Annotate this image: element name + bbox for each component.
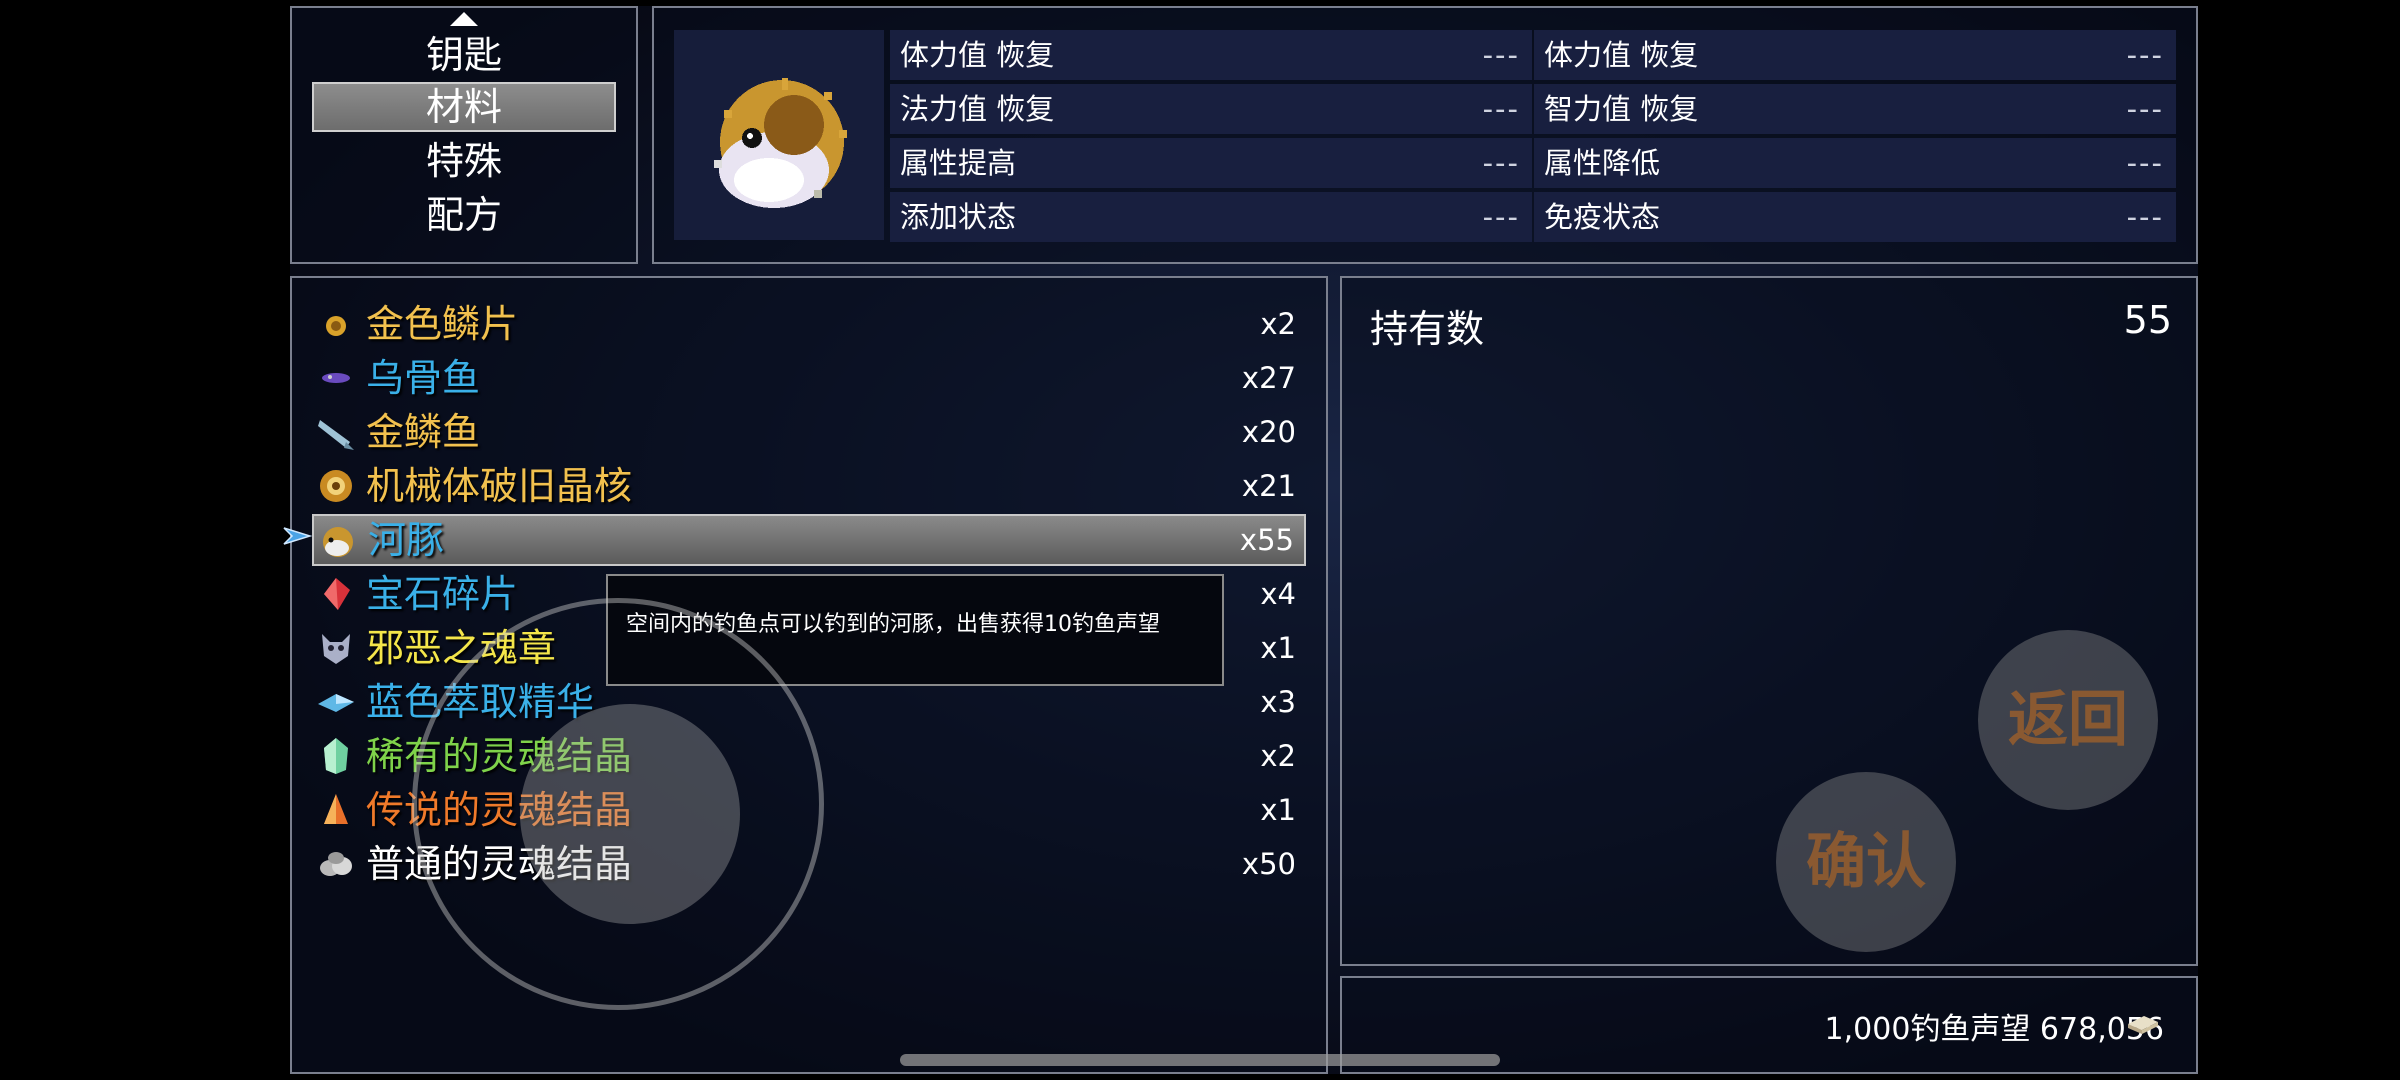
list-item-selected[interactable]: 河豚 x55: [312, 514, 1306, 566]
stat-label: 体力值 恢复: [900, 38, 1055, 72]
item-name: 金色鳞片: [366, 302, 519, 346]
owned-label: 持有数: [1370, 307, 1485, 351]
stat-attr-down: 属性降低 ---: [1534, 138, 2176, 188]
stat-label: 智力值 恢复: [1544, 92, 1699, 126]
stat-label: 添加状态: [900, 200, 1017, 234]
list-item[interactable]: 机械体破旧晶核 x21: [312, 460, 1306, 512]
category-special[interactable]: 特殊: [312, 136, 616, 186]
currency-text: 1,000钓鱼声望 678,056: [1824, 1012, 2164, 1047]
list-item[interactable]: 金鳞鱼 x20: [312, 406, 1306, 458]
item-name: 河豚: [368, 518, 445, 562]
item-name: 乌骨鱼: [366, 356, 481, 400]
stat-value: ---: [2126, 38, 2164, 72]
item-quantity: x1: [1260, 793, 1296, 827]
list-item[interactable]: 乌骨鱼 x27: [312, 352, 1306, 404]
owned-count-panel: [1340, 276, 2198, 966]
stat-attr-up: 属性提高 ---: [890, 138, 1532, 188]
red-gem-icon: [324, 578, 350, 610]
scroll-up-arrow-icon[interactable]: [450, 12, 478, 26]
stat-add-state: 添加状态 ---: [890, 192, 1532, 242]
stat-value: ---: [1482, 38, 1520, 72]
stat-label: 属性降低: [1544, 146, 1661, 180]
item-name: 机械体破旧晶核: [366, 464, 633, 508]
item-quantity: x50: [1241, 847, 1296, 881]
stat-value: ---: [1482, 92, 1520, 126]
silver-fish-icon: [318, 420, 354, 450]
purple-fish-icon: [322, 373, 350, 383]
blue-crystal-icon: [318, 694, 354, 712]
item-name: 宝石碎片: [366, 572, 519, 616]
selection-cursor-icon: [283, 527, 312, 545]
stat-label: 体力值 恢复: [1544, 38, 1699, 72]
orange-crystal-icon: [324, 794, 348, 824]
joystick-knob[interactable]: [520, 704, 740, 924]
category-keys[interactable]: 钥匙: [312, 30, 616, 80]
stat-label: 法力值 恢复: [900, 92, 1055, 126]
stat-mp-recover: 法力值 恢复 ---: [890, 84, 1532, 134]
stat-label: 免疫状态: [1544, 200, 1661, 234]
grey-stone-icon: [320, 852, 352, 876]
stat-immune-state: 免疫状态 ---: [1534, 192, 2176, 242]
item-quantity: x55: [1239, 523, 1294, 557]
item-quantity: x2: [1260, 739, 1296, 773]
item-quantity: x4: [1260, 577, 1296, 611]
pufferfish-icon: [323, 527, 353, 557]
demon-mask-icon: [322, 634, 350, 664]
stat-value: ---: [2126, 92, 2164, 126]
item-quantity: x21: [1241, 469, 1296, 503]
pufferfish-icon: [674, 30, 884, 240]
item-quantity: x3: [1260, 685, 1296, 719]
stat-int-recover: 智力值 恢复 ---: [1534, 84, 2176, 134]
stat-value: ---: [2126, 146, 2164, 180]
stat-value: ---: [1482, 200, 1520, 234]
stat-hp-recover: 体力值 恢复 ---: [890, 30, 1532, 80]
category-recipes[interactable]: 配方: [312, 190, 616, 240]
category-materials[interactable]: 材料: [312, 82, 616, 132]
item-quantity: x2: [1260, 307, 1296, 341]
item-quantity: x20: [1241, 415, 1296, 449]
green-crystal-icon: [324, 738, 348, 774]
home-indicator[interactable]: [900, 1054, 1500, 1066]
stat-label: 属性提高: [900, 146, 1017, 180]
owned-value: 55: [2123, 298, 2172, 342]
coin-stack-icon: [2128, 1016, 2158, 1034]
stat-value: ---: [1482, 146, 1520, 180]
stat-hp-recover-2: 体力值 恢复 ---: [1534, 30, 2176, 80]
gear-core-icon: [320, 470, 352, 502]
gold-scale-icon: [326, 316, 346, 336]
list-item[interactable]: 金色鳞片 x2: [312, 298, 1306, 350]
item-quantity: x1: [1260, 631, 1296, 665]
confirm-button[interactable]: 确认: [1776, 772, 1956, 952]
item-name: 金鳞鱼: [366, 410, 481, 454]
game-screen: 钥匙 材料 特殊 配方 体力值 恢复 --- 体力值 恢复 --- 法力值 恢复…: [0, 0, 2400, 1080]
item-quantity: x27: [1241, 361, 1296, 395]
stat-value: ---: [2126, 200, 2164, 234]
back-button[interactable]: 返回: [1978, 630, 2158, 810]
